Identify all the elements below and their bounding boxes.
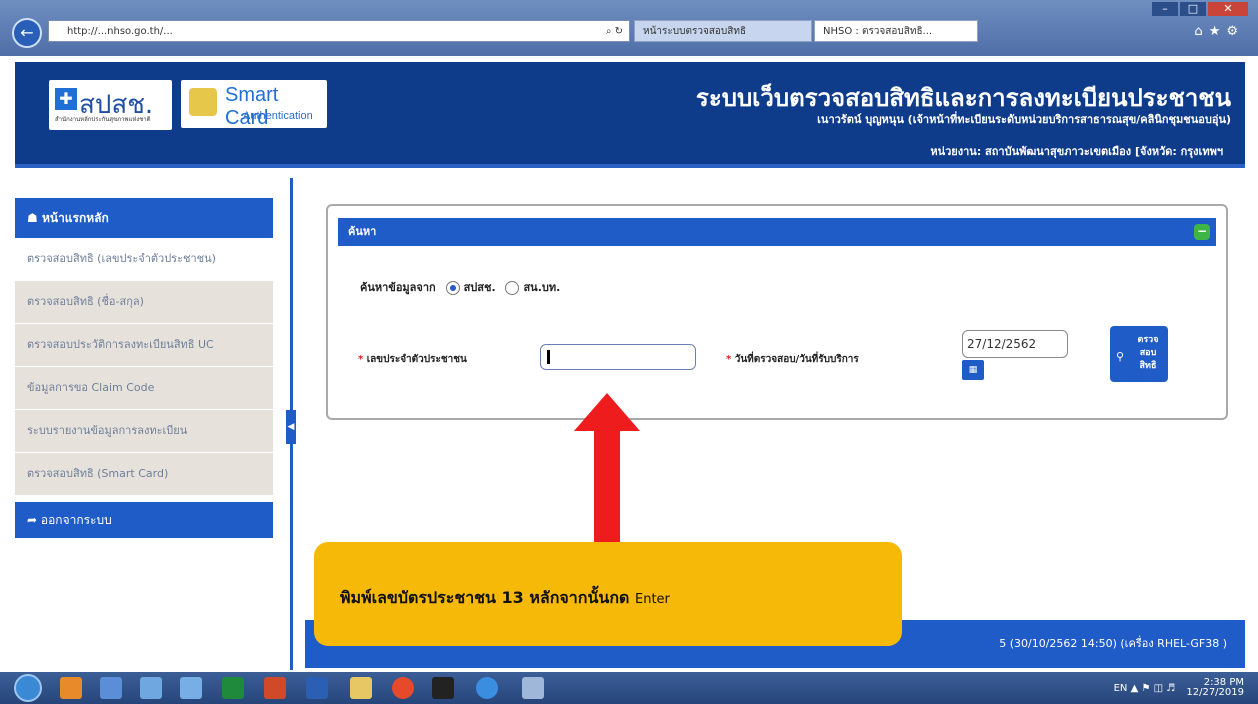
logout-button[interactable]: ➦ ออกจากระบบ — [15, 502, 273, 538]
app-icon[interactable] — [100, 677, 122, 699]
check-rights-button[interactable]: ⚲ ตรวจ สอบ สิทธิ — [1110, 326, 1168, 382]
logo-subtitle: สำนักงานหลักประกันสุขภาพแห่งชาติ — [55, 116, 151, 123]
home-icon: ☗ — [27, 211, 38, 225]
radio-other-label: สน.บท. — [523, 281, 561, 294]
sidebar-item-registration-report[interactable]: ระบบรายงานข้อมูลการลงทะเบียน — [15, 410, 273, 453]
smartcard-title: Smart Card — [225, 84, 279, 129]
arrow-shaft — [594, 430, 620, 542]
radio-nhso[interactable] — [445, 281, 460, 295]
radio-nhso-label: สปสช. — [463, 281, 496, 294]
sidebar-item-check-by-name[interactable]: ตรวจสอบสิทธิ (ชื่อ-สกุล) — [15, 281, 273, 324]
date-input[interactable]: 27/12/2562 — [962, 330, 1068, 358]
close-icon[interactable]: ✕ — [1208, 2, 1248, 16]
site-header: ✚ สปสช. สำนักงานหลักประกันสุขภาพแห่งชาติ… — [15, 62, 1245, 168]
instruction-main: พิมพ์เลขบัตรประชาชน 13 หลักจากนั้นกด — [340, 588, 630, 607]
star-icon[interactable]: ★ — [1209, 24, 1227, 39]
clock-date: 12/27/2019 — [1186, 687, 1244, 698]
citizen-id-input[interactable] — [540, 344, 696, 370]
sidebar-collapse-icon[interactable]: ◀ — [286, 410, 296, 444]
system-tray: EN ▲ ⚑ ◫ ♬ 2:38 PM 12/27/2019 — [1113, 677, 1244, 698]
instruction-callout: พิมพ์เลขบัตรประชาชน 13 หลักจากนั้นกด Ent… — [314, 542, 902, 646]
source-label: ค้นหาข้อมูลจาก — [360, 281, 436, 294]
network-icon[interactable] — [522, 677, 544, 699]
internet-explorer-icon[interactable] — [476, 677, 498, 699]
taskbar: EN ▲ ⚑ ◫ ♬ 2:38 PM 12/27/2019 — [0, 672, 1258, 704]
refresh-icon[interactable]: ⌕ ↻ — [606, 21, 623, 41]
gear-icon[interactable]: ⚙ — [1226, 24, 1244, 39]
id-field-label-text: เลขประจำตัวประชาชน — [366, 354, 467, 365]
date-field-label: * วันที่ตรวจสอบ/วันที่รับบริการ — [726, 352, 859, 367]
excel-icon[interactable] — [222, 677, 244, 699]
source-selector: ค้นหาข้อมูลจาก สปสช. สน.บท. — [360, 278, 560, 296]
maximize-icon[interactable]: □ — [1180, 2, 1206, 16]
browser-chrome: ← http://...nhso.go.th/... ⌕ ↻ หน้าระบบต… — [0, 0, 1258, 56]
logout-icon: ➦ — [27, 513, 38, 527]
browser-tools: ⌂★⚙ — [1194, 24, 1244, 39]
terminal-icon[interactable] — [432, 677, 454, 699]
sidebar-item-check-by-id[interactable]: ตรวจสอบสิทธิ (เลขประจำตัวประชาชน) — [15, 238, 273, 281]
browser-tab-2[interactable]: NHSO : ตรวจสอบสิทธิ... — [814, 20, 978, 42]
user-info: เนาวรัตน์ บุญหนุน (เจ้าหน้าที่ทะเบียนระด… — [817, 113, 1231, 126]
media-player-icon[interactable] — [60, 677, 82, 699]
nhso-logo-icon: ✚ — [55, 88, 77, 110]
word-icon[interactable] — [306, 677, 328, 699]
id-field-label: * เลขประจำตัวประชาชน — [358, 352, 467, 367]
date-field-label-text: วันที่ตรวจสอบ/วันที่รับบริการ — [734, 354, 859, 365]
window-controls: – □ ✕ — [1150, 2, 1248, 16]
calendar-icon[interactable]: ▦ — [962, 360, 984, 380]
sidebar-home-label: หน้าแรกหลัก — [41, 211, 109, 225]
address-bar[interactable]: http://...nhso.go.th/... ⌕ ↻ — [48, 20, 630, 42]
logout-label: ออกจากระบบ — [40, 513, 112, 527]
arrow-head — [574, 393, 640, 431]
home-icon[interactable]: ⌂ — [1194, 24, 1208, 39]
app-icon[interactable] — [140, 677, 162, 699]
check-rights-label: ตรวจ สอบ สิทธิ — [1137, 335, 1159, 371]
sidebar-item-smart-card[interactable]: ตรวจสอบสิทธิ (Smart Card) — [15, 453, 273, 496]
search-icon: ⚲ — [1116, 350, 1125, 363]
browser-tab-1[interactable]: หน้าระบบตรวจสอบสิทธิ — [634, 20, 812, 42]
unit-info: หน่วยงาน: สถาบันพัฒนาสุขภาวะเขตเมือง [จั… — [930, 145, 1223, 158]
sidebar-item-claim-code[interactable]: ข้อมูลการขอ Claim Code — [15, 367, 273, 410]
app-icon[interactable] — [180, 677, 202, 699]
search-panel-header: ค้นหา − — [338, 218, 1216, 246]
search-panel-title: ค้นหา — [348, 225, 377, 238]
minimize-icon[interactable]: – — [1152, 2, 1178, 16]
smartcard-subtitle: Authentication — [243, 110, 313, 122]
folder-icon[interactable] — [350, 677, 372, 699]
collapse-panel-icon[interactable]: − — [1194, 224, 1210, 240]
nhso-logo: ✚ สปสช. สำนักงานหลักประกันสุขภาพแห่งชาติ — [49, 80, 172, 130]
chip-icon — [189, 88, 217, 116]
back-icon[interactable]: ← — [12, 18, 42, 48]
search-panel: ค้นหา − ค้นหาข้อมูลจาก สปสช. สน.บท. * เล… — [326, 204, 1228, 420]
chrome-icon[interactable] — [392, 677, 414, 699]
start-button-icon[interactable] — [14, 674, 42, 702]
instruction-text: พิมพ์เลขบัตรประชาชน 13 หลักจากนั้นกด Ent… — [340, 586, 670, 611]
footer-text: 5 (30/10/2562 14:50) (เครื่อง RHEL-GF38 … — [999, 637, 1227, 650]
language-indicator[interactable]: EN — [1114, 683, 1128, 694]
required-mark: * — [358, 354, 364, 365]
radio-other[interactable] — [505, 281, 520, 295]
smartcard-logo: Smart Card Authentication — [181, 80, 327, 129]
sidebar-home[interactable]: ☗ หน้าแรกหลัก — [15, 198, 273, 238]
address-text: http://...nhso.go.th/... — [67, 26, 173, 37]
required-mark: * — [726, 354, 732, 365]
sidebar-item-uc-history[interactable]: ตรวจสอบประวัติการลงทะเบียนสิทธิ UC — [15, 324, 273, 367]
powerpoint-icon[interactable] — [264, 677, 286, 699]
instruction-key: Enter — [635, 592, 670, 607]
sidebar: ☗ หน้าแรกหลัก ตรวจสอบสิทธิ (เลขประจำตัวป… — [15, 198, 273, 538]
